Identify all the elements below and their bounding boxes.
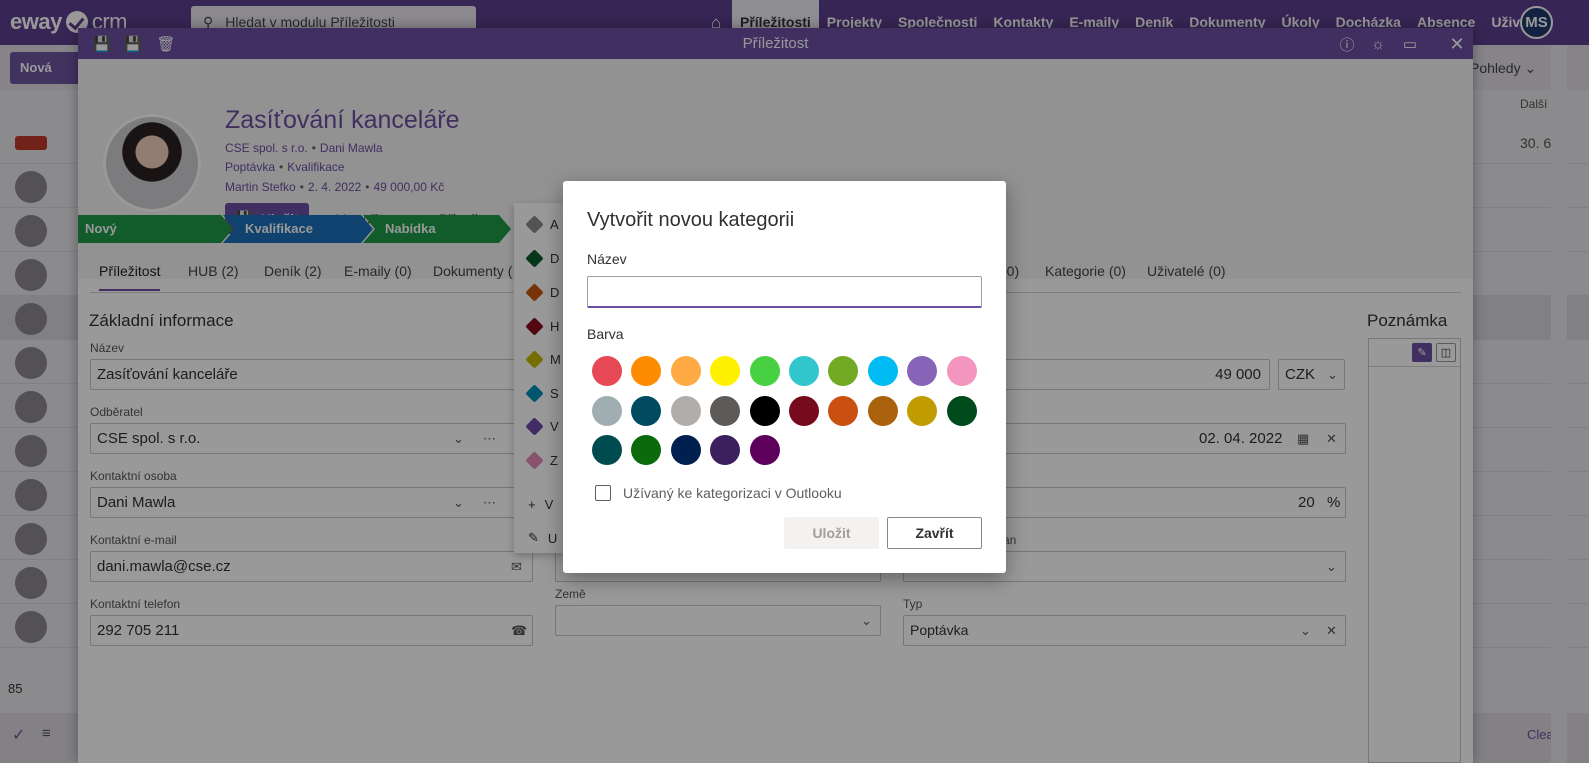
color-swatch[interactable] bbox=[710, 356, 741, 386]
color-swatch[interactable] bbox=[710, 395, 741, 426]
color-swatch[interactable] bbox=[867, 356, 898, 386]
color-swatch[interactable] bbox=[592, 435, 622, 465]
color-swatch[interactable] bbox=[592, 356, 622, 386]
color-swatch[interactable] bbox=[670, 356, 701, 386]
outlook-option[interactable]: Užívaný ke kategorizaci v Outlooku bbox=[595, 485, 842, 501]
color-swatch[interactable] bbox=[867, 395, 898, 426]
color-swatch[interactable] bbox=[631, 395, 662, 426]
new-category-dialog: Vytvořit novou kategorii Název Barva Uží… bbox=[563, 181, 1006, 573]
color-swatch[interactable] bbox=[907, 356, 938, 386]
dialog-save-button[interactable]: Uložit bbox=[784, 517, 879, 549]
color-swatch[interactable] bbox=[749, 435, 780, 465]
category-name-label: Název bbox=[587, 251, 627, 267]
dialog-title: Vytvořit novou kategorii bbox=[587, 209, 795, 231]
outlook-checkbox[interactable] bbox=[595, 485, 611, 501]
color-swatch[interactable] bbox=[907, 395, 938, 426]
color-swatch[interactable] bbox=[789, 356, 819, 386]
color-swatch[interactable] bbox=[828, 395, 859, 426]
color-label: Barva bbox=[587, 326, 624, 342]
color-swatch[interactable] bbox=[946, 356, 977, 386]
color-swatch[interactable] bbox=[749, 356, 780, 386]
color-swatch[interactable] bbox=[592, 395, 622, 426]
dialog-close-button[interactable]: Zavřít bbox=[887, 517, 982, 549]
color-swatch[interactable] bbox=[828, 356, 859, 386]
outlook-label: Užívaný ke kategorizaci v Outlooku bbox=[623, 485, 842, 501]
color-swatch[interactable] bbox=[710, 435, 741, 465]
color-swatch[interactable] bbox=[789, 395, 819, 426]
color-swatch[interactable] bbox=[946, 395, 977, 426]
color-swatch[interactable] bbox=[631, 435, 662, 465]
color-swatch[interactable] bbox=[670, 395, 701, 426]
color-swatch[interactable] bbox=[631, 356, 662, 386]
color-swatch[interactable] bbox=[749, 395, 780, 426]
category-name-input[interactable] bbox=[587, 276, 982, 308]
color-swatch[interactable] bbox=[670, 435, 701, 465]
